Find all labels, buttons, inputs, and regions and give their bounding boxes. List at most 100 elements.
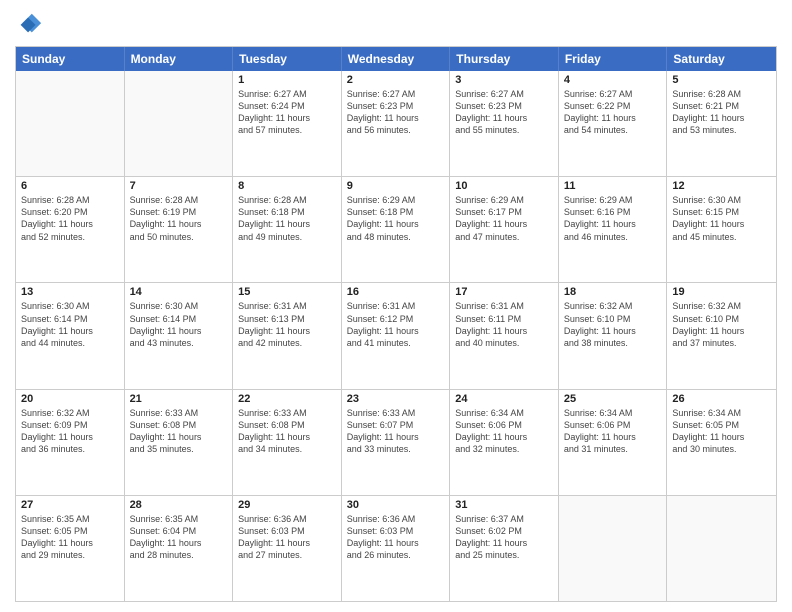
calendar-cell: 4 Sunrise: 6:27 AM Sunset: 6:22 PM Daylig… — [559, 71, 668, 176]
cell-info: Sunrise: 6:34 AM Sunset: 6:05 PM Dayligh… — [672, 407, 771, 456]
page: SundayMondayTuesdayWednesdayThursdayFrid… — [0, 0, 792, 612]
calendar-cell: 30Sunrise: 6:36 AM Sunset: 6:03 PM Dayli… — [342, 496, 451, 601]
day-number: 14 — [130, 286, 228, 298]
day-number: 27 — [21, 499, 119, 511]
weekday-header: Tuesday — [233, 47, 342, 71]
day-number: 3 — [455, 74, 553, 86]
calendar-cell: 14 Sunrise: 6:30 AM Sunset: 6:14 PM Dayli… — [125, 283, 234, 388]
calendar-cell: 24 Sunrise: 6:34 AM Sunset: 6:06 PM Dayli… — [450, 390, 559, 495]
day-number: 2 — [347, 74, 445, 86]
cell-info: Sunrise: 6:29 AM Sunset: 6:18 PM Dayligh… — [347, 194, 445, 243]
day-number: 29 — [238, 499, 336, 511]
cell-info: Sunrise: 6:27 AM Sunset: 6:24 PM Dayligh… — [238, 88, 336, 137]
day-number: 15 — [238, 286, 336, 298]
day-number: 11 — [564, 180, 662, 192]
calendar-cell — [559, 496, 668, 601]
calendar-cell: 21Sunrise: 6:33 AM Sunset: 6:08 PM Dayli… — [125, 390, 234, 495]
day-number: 1 — [238, 74, 336, 86]
calendar-cell: 22 Sunrise: 6:33 AM Sunset: 6:08 PM Dayli… — [233, 390, 342, 495]
calendar-cell: 8 Sunrise: 6:28 AM Sunset: 6:18 PM Daylig… — [233, 177, 342, 282]
weekday-header: Wednesday — [342, 47, 451, 71]
cell-info: Sunrise: 6:31 AM Sunset: 6:12 PM Dayligh… — [347, 300, 445, 349]
day-number: 22 — [238, 393, 336, 405]
day-number: 6 — [21, 180, 119, 192]
calendar-cell: 7Sunrise: 6:28 AM Sunset: 6:19 PM Daylig… — [125, 177, 234, 282]
calendar-row: 13 Sunrise: 6:30 AM Sunset: 6:14 PM Dayli… — [16, 282, 776, 388]
calendar-cell: 1 Sunrise: 6:27 AM Sunset: 6:24 PM Daylig… — [233, 71, 342, 176]
calendar-cell: 6 Sunrise: 6:28 AM Sunset: 6:20 PM Daylig… — [16, 177, 125, 282]
cell-info: Sunrise: 6:37 AM Sunset: 6:02 PM Dayligh… — [455, 513, 553, 562]
calendar-cell: 27 Sunrise: 6:35 AM Sunset: 6:05 PM Dayli… — [16, 496, 125, 601]
day-number: 16 — [347, 286, 445, 298]
calendar-cell: 29 Sunrise: 6:36 AM Sunset: 6:03 PM Dayli… — [233, 496, 342, 601]
cell-info: Sunrise: 6:35 AM Sunset: 6:05 PM Dayligh… — [21, 513, 119, 562]
weekday-header: Friday — [559, 47, 668, 71]
calendar-cell: 11 Sunrise: 6:29 AM Sunset: 6:16 PM Dayli… — [559, 177, 668, 282]
calendar-cell: 10 Sunrise: 6:29 AM Sunset: 6:17 PM Dayli… — [450, 177, 559, 282]
calendar-cell — [667, 496, 776, 601]
cell-info: Sunrise: 6:34 AM Sunset: 6:06 PM Dayligh… — [455, 407, 553, 456]
calendar-row: 1 Sunrise: 6:27 AM Sunset: 6:24 PM Daylig… — [16, 71, 776, 176]
day-number: 28 — [130, 499, 228, 511]
day-number: 5 — [672, 74, 771, 86]
day-number: 20 — [21, 393, 119, 405]
weekday-header: Thursday — [450, 47, 559, 71]
calendar-cell: 20 Sunrise: 6:32 AM Sunset: 6:09 PM Dayli… — [16, 390, 125, 495]
calendar-cell: 16 Sunrise: 6:31 AM Sunset: 6:12 PM Dayli… — [342, 283, 451, 388]
cell-info: Sunrise: 6:28 AM Sunset: 6:20 PM Dayligh… — [21, 194, 119, 243]
day-number: 21 — [130, 393, 228, 405]
day-number: 18 — [564, 286, 662, 298]
cell-info: Sunrise: 6:30 AM Sunset: 6:14 PM Dayligh… — [130, 300, 228, 349]
calendar-cell: 2 Sunrise: 6:27 AM Sunset: 6:23 PM Daylig… — [342, 71, 451, 176]
cell-info: Sunrise: 6:35 AM Sunset: 6:04 PM Dayligh… — [130, 513, 228, 562]
cell-info: Sunrise: 6:27 AM Sunset: 6:22 PM Dayligh… — [564, 88, 662, 137]
cell-info: Sunrise: 6:33 AM Sunset: 6:07 PM Dayligh… — [347, 407, 445, 456]
cell-info: Sunrise: 6:28 AM Sunset: 6:21 PM Dayligh… — [672, 88, 771, 137]
calendar-header: SundayMondayTuesdayWednesdayThursdayFrid… — [16, 47, 776, 71]
cell-info: Sunrise: 6:32 AM Sunset: 6:09 PM Dayligh… — [21, 407, 119, 456]
day-number: 8 — [238, 180, 336, 192]
cell-info: Sunrise: 6:27 AM Sunset: 6:23 PM Dayligh… — [347, 88, 445, 137]
cell-info: Sunrise: 6:31 AM Sunset: 6:11 PM Dayligh… — [455, 300, 553, 349]
calendar-cell: 25 Sunrise: 6:34 AM Sunset: 6:06 PM Dayli… — [559, 390, 668, 495]
calendar: SundayMondayTuesdayWednesdayThursdayFrid… — [15, 46, 777, 602]
day-number: 7 — [130, 180, 228, 192]
day-number: 31 — [455, 499, 553, 511]
calendar-cell: 5 Sunrise: 6:28 AM Sunset: 6:21 PM Daylig… — [667, 71, 776, 176]
cell-info: Sunrise: 6:30 AM Sunset: 6:15 PM Dayligh… — [672, 194, 771, 243]
day-number: 30 — [347, 499, 445, 511]
day-number: 13 — [21, 286, 119, 298]
cell-info: Sunrise: 6:33 AM Sunset: 6:08 PM Dayligh… — [238, 407, 336, 456]
calendar-cell — [16, 71, 125, 176]
cell-info: Sunrise: 6:28 AM Sunset: 6:18 PM Dayligh… — [238, 194, 336, 243]
cell-info: Sunrise: 6:36 AM Sunset: 6:03 PM Dayligh… — [238, 513, 336, 562]
calendar-cell: 18 Sunrise: 6:32 AM Sunset: 6:10 PM Dayli… — [559, 283, 668, 388]
calendar-cell: 26Sunrise: 6:34 AM Sunset: 6:05 PM Dayli… — [667, 390, 776, 495]
logo — [15, 10, 47, 38]
calendar-cell: 3 Sunrise: 6:27 AM Sunset: 6:23 PM Daylig… — [450, 71, 559, 176]
day-number: 25 — [564, 393, 662, 405]
calendar-cell — [125, 71, 234, 176]
cell-info: Sunrise: 6:29 AM Sunset: 6:16 PM Dayligh… — [564, 194, 662, 243]
calendar-body: 1 Sunrise: 6:27 AM Sunset: 6:24 PM Daylig… — [16, 71, 776, 601]
cell-info: Sunrise: 6:32 AM Sunset: 6:10 PM Dayligh… — [564, 300, 662, 349]
calendar-row: 6 Sunrise: 6:28 AM Sunset: 6:20 PM Daylig… — [16, 176, 776, 282]
logo-icon — [15, 10, 43, 38]
weekday-header: Sunday — [16, 47, 125, 71]
day-number: 10 — [455, 180, 553, 192]
calendar-cell: 31 Sunrise: 6:37 AM Sunset: 6:02 PM Dayli… — [450, 496, 559, 601]
day-number: 4 — [564, 74, 662, 86]
day-number: 17 — [455, 286, 553, 298]
calendar-cell: 12Sunrise: 6:30 AM Sunset: 6:15 PM Dayli… — [667, 177, 776, 282]
day-number: 19 — [672, 286, 771, 298]
cell-info: Sunrise: 6:29 AM Sunset: 6:17 PM Dayligh… — [455, 194, 553, 243]
cell-info: Sunrise: 6:32 AM Sunset: 6:10 PM Dayligh… — [672, 300, 771, 349]
calendar-cell: 15 Sunrise: 6:31 AM Sunset: 6:13 PM Dayli… — [233, 283, 342, 388]
day-number: 24 — [455, 393, 553, 405]
cell-info: Sunrise: 6:34 AM Sunset: 6:06 PM Dayligh… — [564, 407, 662, 456]
cell-info: Sunrise: 6:31 AM Sunset: 6:13 PM Dayligh… — [238, 300, 336, 349]
calendar-cell: 28 Sunrise: 6:35 AM Sunset: 6:04 PM Dayli… — [125, 496, 234, 601]
calendar-cell: 17 Sunrise: 6:31 AM Sunset: 6:11 PM Dayli… — [450, 283, 559, 388]
weekday-header: Monday — [125, 47, 234, 71]
cell-info: Sunrise: 6:27 AM Sunset: 6:23 PM Dayligh… — [455, 88, 553, 137]
